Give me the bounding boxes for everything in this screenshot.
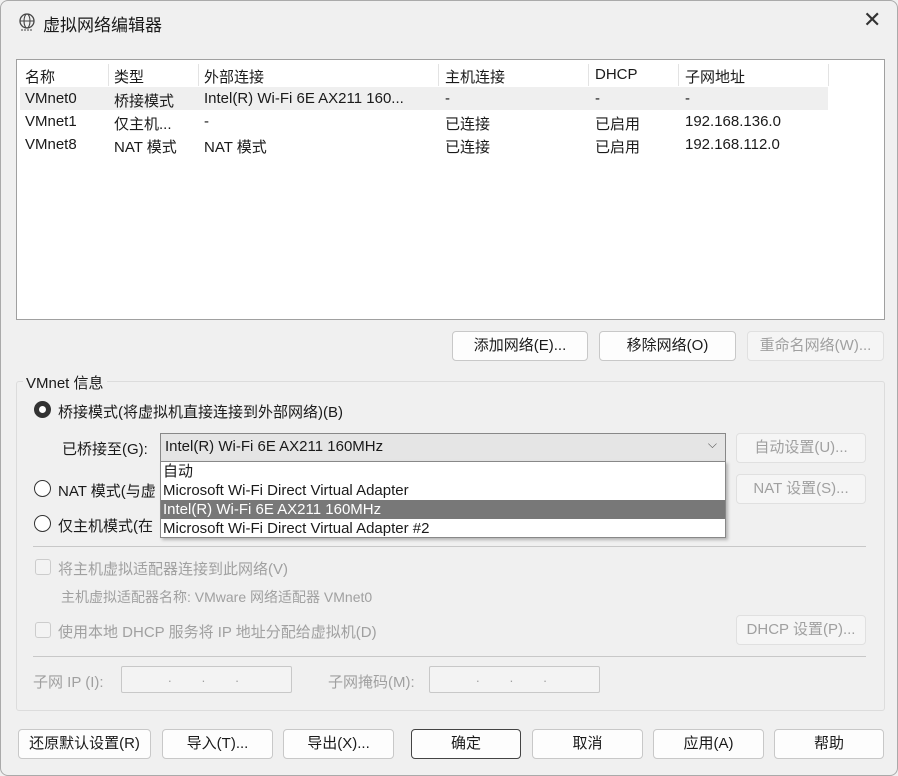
cell-name: VMnet1 xyxy=(25,113,77,130)
cancel-button[interactable]: 取消 xyxy=(532,729,643,759)
use-dhcp-checkbox[interactable] xyxy=(35,622,51,638)
cell-host: 已连接 xyxy=(445,116,491,133)
col-name[interactable]: 名称 xyxy=(25,66,55,87)
col-subnet[interactable]: 子网地址 xyxy=(685,66,745,87)
table-row[interactable]: VMnet0 桥接模式 Intel(R) Wi-Fi 6E AX211 160.… xyxy=(20,87,828,110)
export-button[interactable]: 导出(X)... xyxy=(283,729,394,759)
col-external[interactable]: 外部连接 xyxy=(204,66,264,87)
import-button[interactable]: 导入(T)... xyxy=(162,729,273,759)
cell-dhcp: 已启用 xyxy=(595,116,641,133)
bridged-to-dropdown-list: 自动 Microsoft Wi-Fi Direct Virtual Adapte… xyxy=(160,461,726,538)
cell-name: VMnet0 xyxy=(25,90,77,107)
col-type[interactable]: 类型 xyxy=(114,66,144,87)
subnet-mask-input[interactable]: ... xyxy=(429,666,600,693)
add-network-button[interactable]: 添加网络(E)... xyxy=(452,331,588,361)
dropdown-option-selected[interactable]: Intel(R) Wi-Fi 6E AX211 160MHz xyxy=(161,500,725,519)
host-only-radio[interactable] xyxy=(34,515,51,532)
network-table[interactable]: 名称 类型 外部连接 主机连接 DHCP 子网地址 VMnet0 桥接模式 In… xyxy=(16,59,885,320)
restore-defaults-button[interactable]: 还原默认设置(R) xyxy=(18,729,151,759)
cell-dhcp: 已启用 xyxy=(595,139,641,156)
close-button[interactable]: ✕ xyxy=(863,7,881,33)
nat-label[interactable]: NAT 模式(与虚 xyxy=(58,480,156,501)
remove-network-button[interactable]: 移除网络(O) xyxy=(599,331,736,361)
col-host[interactable]: 主机连接 xyxy=(445,66,505,87)
dhcp-settings-button[interactable]: DHCP 设置(P)... xyxy=(736,615,866,645)
cell-type: 桥接模式 xyxy=(114,93,175,110)
nat-radio[interactable] xyxy=(34,480,51,497)
cell-type: 仅主机... xyxy=(114,116,172,133)
ok-button[interactable]: 确定 xyxy=(411,729,521,759)
divider xyxy=(33,656,866,657)
window-title: 虚拟网络编辑器 xyxy=(43,16,162,35)
table-row[interactable]: VMnet8 NAT 模式 NAT 模式 已连接 已启用 192.168.112… xyxy=(20,133,828,156)
connect-adapter-checkbox[interactable] xyxy=(35,559,51,575)
cell-subnet: 192.168.112.0 xyxy=(685,136,780,153)
group-label: VMnet 信息 xyxy=(23,372,107,393)
nat-settings-button[interactable]: NAT 设置(S)... xyxy=(736,474,866,504)
cell-host: 已连接 xyxy=(445,139,491,156)
table-header: 名称 类型 外部连接 主机连接 DHCP 子网地址 xyxy=(20,62,829,87)
subnet-ip-input[interactable]: ... xyxy=(121,666,292,693)
bridged-to-label: 已桥接至(G): xyxy=(62,441,148,458)
dropdown-option[interactable]: Microsoft Wi-Fi Direct Virtual Adapter xyxy=(161,481,725,500)
dropdown-option[interactable]: Microsoft Wi-Fi Direct Virtual Adapter #… xyxy=(161,519,725,538)
bridged-label[interactable]: 桥接模式(将虚拟机直接连接到外部网络)(B) xyxy=(58,401,343,422)
cell-host: - xyxy=(445,90,450,107)
divider xyxy=(33,546,866,547)
subnet-mask-label: 子网掩码(M): xyxy=(328,674,415,691)
apply-button[interactable]: 应用(A) xyxy=(653,729,764,759)
connect-adapter-label: 将主机虚拟适配器连接到此网络(V) xyxy=(58,561,288,578)
cell-external: - xyxy=(204,113,209,130)
subnet-ip-label: 子网 IP (I): xyxy=(33,674,104,691)
cell-name: VMnet8 xyxy=(25,136,77,153)
cell-external: Intel(R) Wi-Fi 6E AX211 160... xyxy=(204,90,404,107)
cell-type: NAT 模式 xyxy=(114,139,177,156)
table-row[interactable]: VMnet1 仅主机... - 已连接 已启用 192.168.136.0 xyxy=(20,110,828,133)
adapter-name-label: 主机虚拟适配器名称: VMware 网络适配器 VMnet0 xyxy=(61,589,373,605)
auto-settings-button[interactable]: 自动设置(U)... xyxy=(736,433,866,463)
host-only-label[interactable]: 仅主机模式(在 xyxy=(58,515,153,536)
help-button[interactable]: 帮助 xyxy=(774,729,884,759)
use-dhcp-label: 使用本地 DHCP 服务将 IP 地址分配给虚拟机(D) xyxy=(58,624,377,641)
virtual-network-editor-window: 虚拟网络编辑器 ✕ 名称 类型 外部连接 主机连接 DHCP 子网地址 VMne… xyxy=(0,0,898,776)
cell-external: NAT 模式 xyxy=(204,139,267,156)
rename-network-button[interactable]: 重命名网络(W)... xyxy=(747,331,884,361)
bridged-radio[interactable] xyxy=(34,401,51,418)
bridged-to-value: Intel(R) Wi-Fi 6E AX211 160MHz xyxy=(165,438,384,455)
globe-icon xyxy=(19,13,35,31)
cell-dhcp: - xyxy=(595,90,600,107)
bridged-to-select[interactable]: Intel(R) Wi-Fi 6E AX211 160MHz ⌵ xyxy=(160,433,726,462)
cell-subnet: - xyxy=(685,90,690,107)
chevron-down-icon[interactable]: ⌵ xyxy=(708,437,717,452)
col-dhcp[interactable]: DHCP xyxy=(595,66,638,83)
cell-subnet: 192.168.136.0 xyxy=(685,113,781,130)
dropdown-option[interactable]: 自动 xyxy=(161,462,725,481)
